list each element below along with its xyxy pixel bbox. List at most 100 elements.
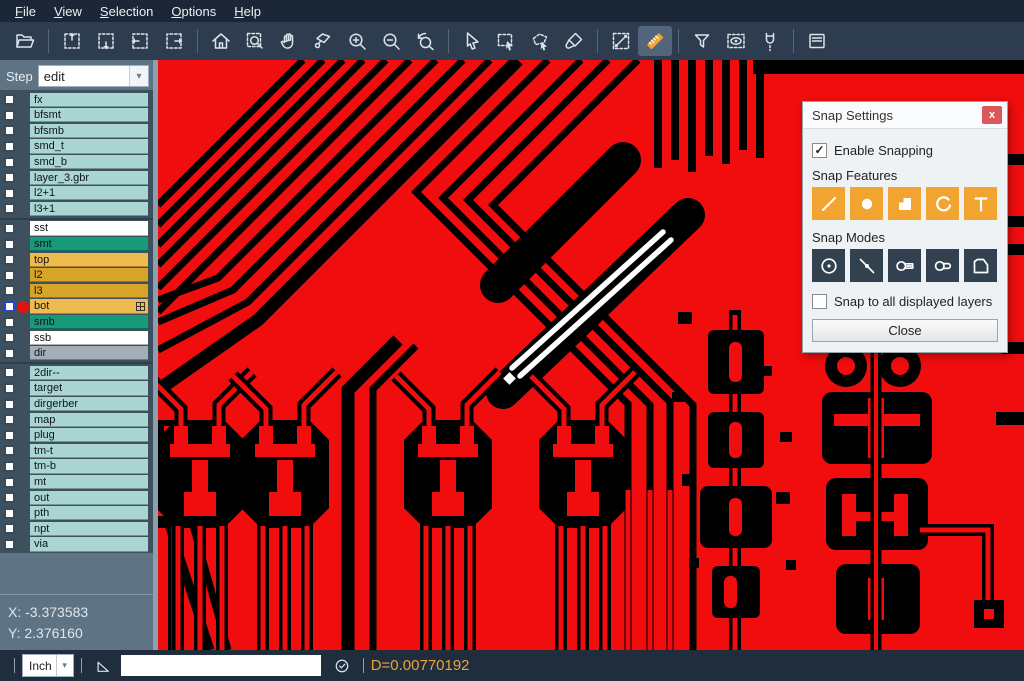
unit-select[interactable]: Inch ▾	[22, 654, 74, 677]
menu-selection[interactable]: Selection	[91, 2, 162, 21]
layer-indicator[interactable]	[15, 506, 30, 520]
layer-name[interactable]: tm-t	[30, 444, 148, 458]
layer-indicator[interactable]	[15, 366, 30, 380]
menu-help[interactable]: Help	[225, 2, 270, 21]
select-polygon-icon[interactable]	[523, 26, 557, 56]
layer-visibility-checkbox[interactable]	[4, 317, 15, 328]
layer-visibility-checkbox[interactable]	[4, 539, 15, 550]
layer-indicator[interactable]	[15, 413, 30, 427]
layer-visibility-checkbox[interactable]	[4, 172, 15, 183]
center-snap-icon[interactable]	[812, 249, 845, 282]
zoom-object-icon[interactable]	[306, 26, 340, 56]
zoom-window-icon[interactable]	[238, 26, 272, 56]
circle-snap-icon[interactable]	[850, 187, 883, 220]
text-snap-icon[interactable]	[964, 187, 997, 220]
pan-up-icon[interactable]	[55, 26, 89, 56]
layer-indicator[interactable]	[15, 491, 30, 505]
layer-name[interactable]: smd_t	[30, 139, 148, 153]
layer-visibility-checkbox[interactable]	[4, 125, 15, 136]
layer-name[interactable]: mt	[30, 475, 148, 489]
layer-indicator[interactable]	[15, 268, 30, 282]
layer-name[interactable]: smt	[30, 237, 148, 251]
layers-panel-icon[interactable]	[800, 26, 834, 56]
layer-name[interactable]: tm-b	[30, 459, 148, 473]
active-layer-dot[interactable]	[15, 300, 30, 314]
zoom-home-icon[interactable]	[204, 26, 238, 56]
measure-input[interactable]	[121, 655, 321, 676]
layer-visibility-checkbox[interactable]	[4, 477, 15, 488]
layer-grid-icon[interactable]	[136, 302, 145, 311]
pan-left-icon[interactable]	[123, 26, 157, 56]
layer-name[interactable]: 2dir--	[30, 366, 148, 380]
surface-snap-icon[interactable]	[888, 187, 921, 220]
layer-visibility-checkbox[interactable]	[4, 94, 15, 105]
layer-name[interactable]: l3+1	[30, 202, 148, 216]
menu-file[interactable]: File	[6, 2, 45, 21]
layer-visibility-checkbox[interactable]	[4, 414, 15, 425]
open-file-icon[interactable]	[8, 26, 42, 56]
measure-distance-icon[interactable]	[604, 26, 638, 56]
menu-view[interactable]: View	[45, 2, 91, 21]
layer-visibility-checkbox[interactable]	[4, 188, 15, 199]
layer-indicator[interactable]	[15, 284, 30, 298]
layer-visibility-checkbox[interactable]	[4, 523, 15, 534]
pan-right-icon[interactable]	[157, 26, 191, 56]
snap-magnet-icon[interactable]	[753, 26, 787, 56]
close-button[interactable]: Close	[812, 319, 998, 342]
layer-visibility-checkbox[interactable]	[4, 223, 15, 234]
layer-name[interactable]: fx	[30, 93, 148, 107]
layer-name[interactable]: ssb	[30, 331, 148, 345]
pad-origin-snap-icon[interactable]	[888, 249, 921, 282]
brush-select-icon[interactable]	[557, 26, 591, 56]
arc-snap-icon[interactable]	[926, 187, 959, 220]
pan-hand-icon[interactable]	[272, 26, 306, 56]
step-select[interactable]: edit ▾	[38, 65, 149, 87]
apply-measure-icon[interactable]	[333, 657, 351, 675]
layer-indicator[interactable]	[15, 444, 30, 458]
view-options-icon[interactable]	[719, 26, 753, 56]
layer-indicator[interactable]	[15, 331, 30, 345]
zoom-in-icon[interactable]	[340, 26, 374, 56]
layer-name[interactable]: smd_b	[30, 155, 148, 169]
layer-visibility-checkbox[interactable]	[4, 383, 15, 394]
layer-indicator[interactable]	[15, 222, 30, 236]
layer-name[interactable]: bfsmt	[30, 108, 148, 122]
layer-indicator[interactable]	[15, 253, 30, 267]
layer-indicator[interactable]	[15, 522, 30, 536]
layer-visibility-checkbox[interactable]	[4, 367, 15, 378]
midpoint-snap-icon[interactable]	[850, 249, 883, 282]
layer-visibility-checkbox[interactable]	[4, 285, 15, 296]
layer-visibility-checkbox[interactable]	[4, 239, 15, 250]
layer-indicator[interactable]	[15, 171, 30, 185]
layer-indicator[interactable]	[15, 108, 30, 122]
layer-name[interactable]: smb	[30, 315, 148, 329]
layer-name[interactable]: sst	[30, 221, 148, 235]
layer-indicator[interactable]	[15, 93, 30, 107]
layer-visibility-checkbox[interactable]	[4, 301, 15, 312]
measure-ruler-icon[interactable]	[638, 26, 672, 56]
layer-name[interactable]: map	[30, 413, 148, 427]
layer-visibility-checkbox[interactable]	[4, 157, 15, 168]
layer-indicator[interactable]	[15, 346, 30, 360]
layer-name[interactable]: dirgerber	[30, 397, 148, 411]
layer-indicator[interactable]	[15, 537, 30, 551]
dialog-titlebar[interactable]: Snap Settings x	[803, 102, 1007, 129]
layer-name[interactable]: out	[30, 491, 148, 505]
layer-visibility-checkbox[interactable]	[4, 270, 15, 281]
contour-snap-icon[interactable]	[964, 249, 997, 282]
zoom-previous-icon[interactable]	[408, 26, 442, 56]
layer-name[interactable]: l2	[30, 268, 148, 282]
layer-name[interactable]: l2+1	[30, 186, 148, 200]
layer-name[interactable]: l3	[30, 284, 148, 298]
layer-name[interactable]: bot	[30, 299, 148, 313]
layer-name[interactable]: top	[30, 253, 148, 267]
layer-visibility-checkbox[interactable]	[4, 445, 15, 456]
layer-indicator[interactable]	[15, 186, 30, 200]
layer-name[interactable]: dir	[30, 346, 148, 360]
layer-indicator[interactable]	[15, 155, 30, 169]
layer-visibility-checkbox[interactable]	[4, 348, 15, 359]
select-pointer-icon[interactable]	[455, 26, 489, 56]
snap-all-layers-checkbox[interactable]	[812, 294, 827, 309]
pan-down-icon[interactable]	[89, 26, 123, 56]
layer-indicator[interactable]	[15, 202, 30, 216]
